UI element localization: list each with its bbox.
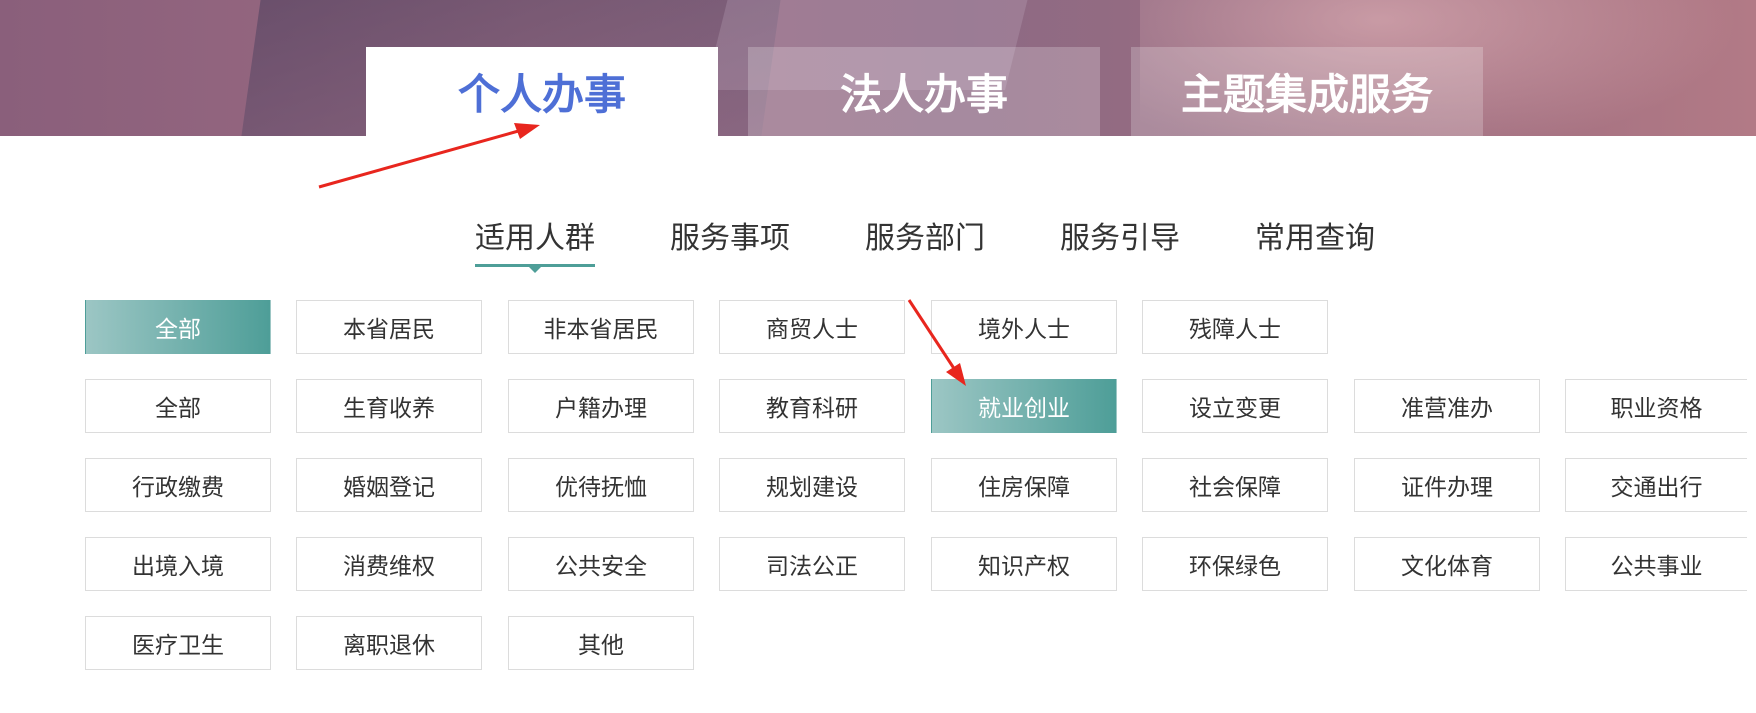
topic-chip[interactable]: 司法公正 bbox=[719, 537, 905, 591]
topic-chip[interactable]: 户籍办理 bbox=[508, 379, 694, 433]
group-chip-all[interactable]: 全部 bbox=[85, 300, 271, 354]
group-chip[interactable]: 境外人士 bbox=[931, 300, 1117, 354]
group-chip[interactable]: 非本省居民 bbox=[508, 300, 694, 354]
topic-chip[interactable]: 生育收养 bbox=[296, 379, 482, 433]
topic-chip[interactable]: 环保绿色 bbox=[1142, 537, 1328, 591]
topic-chip[interactable]: 设立变更 bbox=[1142, 379, 1328, 433]
group-chip[interactable]: 本省居民 bbox=[296, 300, 482, 354]
topic-chip[interactable]: 出境入境 bbox=[85, 537, 271, 591]
topic-chip[interactable]: 行政缴费 bbox=[85, 458, 271, 512]
tab-personal-affairs[interactable]: 个人办事 bbox=[366, 47, 718, 136]
subtab-applicable-groups[interactable]: 适用人群 bbox=[475, 213, 595, 263]
topic-chip[interactable]: 消费维权 bbox=[296, 537, 482, 591]
topic-chip[interactable]: 规划建设 bbox=[719, 458, 905, 512]
topic-chip[interactable]: 公共安全 bbox=[508, 537, 694, 591]
topic-chip[interactable]: 婚姻登记 bbox=[296, 458, 482, 512]
subtab-service-departments[interactable]: 服务部门 bbox=[863, 213, 987, 263]
topic-chip[interactable]: 职业资格 bbox=[1565, 379, 1747, 433]
subtab-common-queries[interactable]: 常用查询 bbox=[1253, 213, 1377, 263]
topic-chip[interactable]: 准营准办 bbox=[1354, 379, 1540, 433]
group-chip[interactable]: 残障人士 bbox=[1142, 300, 1328, 354]
topic-chip[interactable]: 住房保障 bbox=[931, 458, 1117, 512]
tab-corporate-affairs[interactable]: 法人办事 bbox=[748, 47, 1100, 136]
group-chip[interactable]: 商贸人士 bbox=[719, 300, 905, 354]
topic-chip[interactable]: 医疗卫生 bbox=[85, 616, 271, 670]
topic-chip[interactable]: 知识产权 bbox=[931, 537, 1117, 591]
topic-chip[interactable]: 其他 bbox=[508, 616, 694, 670]
topic-chip[interactable]: 证件办理 bbox=[1354, 458, 1540, 512]
subtab-service-items[interactable]: 服务事项 bbox=[668, 213, 792, 263]
topic-chip-employment-selected[interactable]: 就业创业 bbox=[931, 379, 1117, 433]
tab-theme-services[interactable]: 主题集成服务 bbox=[1131, 47, 1483, 136]
topic-chip[interactable]: 交通出行 bbox=[1565, 458, 1747, 512]
topic-chip-all[interactable]: 全部 bbox=[85, 379, 271, 433]
active-subtab-caret bbox=[528, 266, 542, 273]
topic-chip[interactable]: 教育科研 bbox=[719, 379, 905, 433]
topic-chip[interactable]: 离职退休 bbox=[296, 616, 482, 670]
topic-chip[interactable]: 文化体育 bbox=[1354, 537, 1540, 591]
subtab-service-guide[interactable]: 服务引导 bbox=[1058, 213, 1182, 263]
topic-chip[interactable]: 社会保障 bbox=[1142, 458, 1328, 512]
topic-chip[interactable]: 公共事业 bbox=[1565, 537, 1747, 591]
topic-chip[interactable]: 优待抚恤 bbox=[508, 458, 694, 512]
